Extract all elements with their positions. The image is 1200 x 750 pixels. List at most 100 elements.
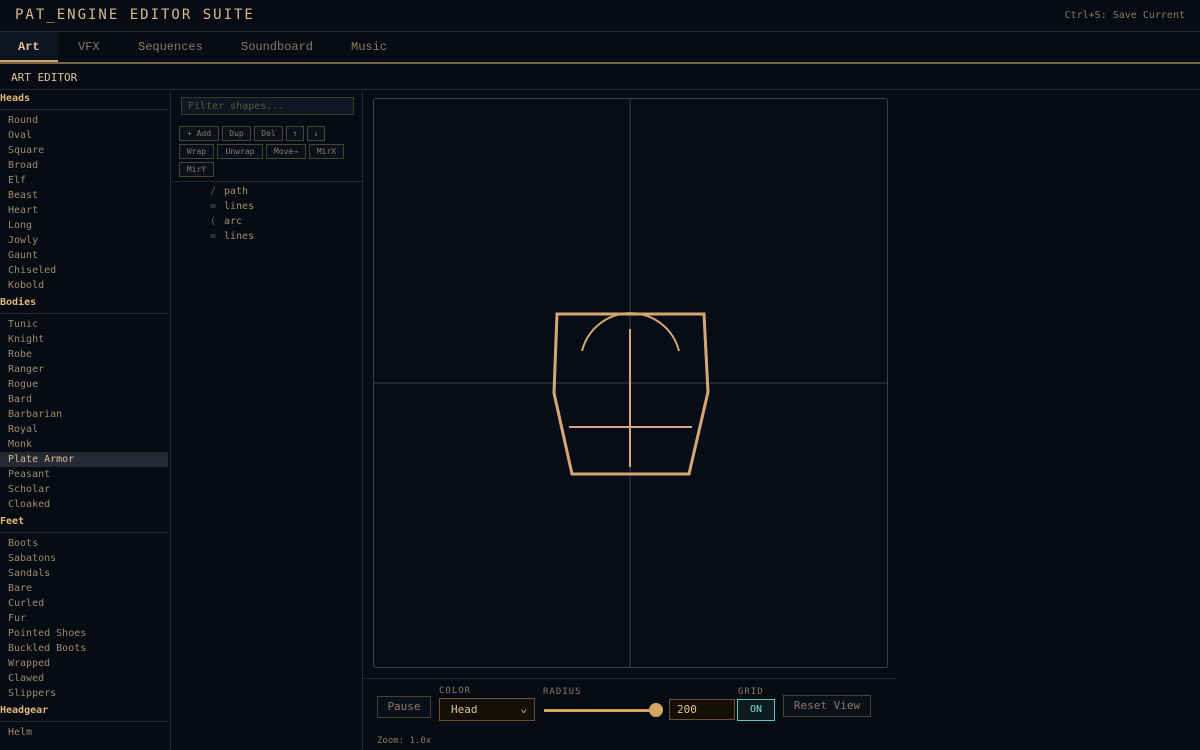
- grid-label: GRID: [738, 687, 764, 697]
- sidebar-item-fur[interactable]: Fur: [0, 611, 168, 626]
- sidebar-item-jowly[interactable]: Jowly: [0, 233, 168, 248]
- move-up-button[interactable]: ↑: [286, 126, 304, 141]
- sidebar-item-round[interactable]: Round: [0, 113, 168, 128]
- sidebar-item-ranger[interactable]: Ranger: [0, 362, 168, 377]
- sidebar-item-scholar[interactable]: Scholar: [0, 482, 168, 497]
- radius-label: RADIUS: [543, 687, 582, 697]
- mirror-y-button[interactable]: MirY: [179, 162, 214, 177]
- canvas-area: [364, 91, 897, 678]
- add-shape-button[interactable]: + Add: [179, 126, 219, 141]
- tab-vfx[interactable]: VFX: [78, 40, 100, 54]
- category-title: Headgear: [0, 705, 49, 716]
- sidebar-item-bare[interactable]: Bare: [0, 581, 168, 596]
- sidebar-item-square[interactable]: Square: [0, 143, 168, 158]
- sidebar-item-pointed-shoes[interactable]: Pointed Shoes: [0, 626, 168, 641]
- editor-title: ART EDITOR: [11, 71, 78, 84]
- shape-list-item[interactable]: / path: [210, 184, 248, 199]
- delete-shape-button[interactable]: Del: [254, 126, 283, 141]
- sidebar-item-bard[interactable]: Bard: [0, 392, 168, 407]
- category-divider: [0, 109, 168, 110]
- wrap-button[interactable]: Wrap: [179, 144, 214, 159]
- tab-music[interactable]: Music: [351, 40, 387, 54]
- sidebar-item-beast[interactable]: Beast: [0, 188, 168, 203]
- shape-list-item[interactable]: = lines: [210, 199, 254, 214]
- color-select-value: Head: [451, 703, 478, 716]
- canvas-svg: [374, 99, 887, 667]
- shape-label: lines: [224, 231, 255, 242]
- sidebar-item-boots[interactable]: Boots: [0, 536, 168, 551]
- lines-icon: =: [210, 201, 217, 212]
- path-icon: /: [210, 186, 217, 197]
- sidebar-item-knight[interactable]: Knight: [0, 332, 168, 347]
- lines-icon: =: [210, 231, 217, 242]
- sidebar-item-barbarian[interactable]: Barbarian: [0, 407, 168, 422]
- duplicate-shape-button[interactable]: Dup: [222, 126, 251, 141]
- reset-view-button[interactable]: Reset View: [783, 695, 871, 717]
- pause-button[interactable]: Pause: [377, 696, 431, 718]
- sidebar-item-plate-armor[interactable]: Plate Armor: [0, 452, 168, 467]
- sidebar-item-tunic[interactable]: Tunic: [0, 317, 168, 332]
- sidebar-item-monk[interactable]: Monk: [0, 437, 168, 452]
- radius-slider-track[interactable]: [544, 709, 656, 712]
- move-down-button[interactable]: ↓: [307, 126, 325, 141]
- shapes-panel: + Add Dup Del ↑ ↓ Wrap Unwrap Move→ MirX…: [172, 91, 363, 750]
- grid-toggle[interactable]: ON: [737, 699, 775, 721]
- color-label: COLOR: [439, 686, 472, 696]
- sidebar-item-broad[interactable]: Broad: [0, 158, 168, 173]
- radius-slider-thumb[interactable]: [649, 703, 663, 717]
- shape-label: arc: [224, 216, 243, 227]
- tab-bar: Art VFX Sequences Soundboard Music: [0, 32, 1200, 64]
- sidebar-item-clawed[interactable]: Clawed: [0, 671, 168, 686]
- save-shortcut-hint: Ctrl+S: Save Current: [1064, 10, 1185, 21]
- title-bar: PAT_ENGINE EDITOR SUITE Ctrl+S: Save Cur…: [0, 0, 1200, 32]
- sidebar-item-curled[interactable]: Curled: [0, 596, 168, 611]
- sidebar-item-rogue[interactable]: Rogue: [0, 377, 168, 392]
- tab-soundboard[interactable]: Soundboard: [241, 40, 313, 54]
- sidebar-item-royal[interactable]: Royal: [0, 422, 168, 437]
- parts-sidebar[interactable]: Heads Round Oval Square Broad Elf Beast Heart Lo…: [0, 91, 171, 750]
- tab-sequences[interactable]: Sequences: [138, 40, 203, 54]
- sidebar-item-gaunt[interactable]: Gaunt: [0, 248, 168, 263]
- shape-list-item[interactable]: ( arc: [210, 214, 242, 229]
- sidebar-item-wrapped[interactable]: Wrapped: [0, 656, 168, 671]
- sidebar-item-helm[interactable]: Helm: [0, 725, 168, 740]
- arc-icon: (: [210, 216, 217, 227]
- category-divider: [0, 532, 168, 533]
- right-panel: [897, 91, 1200, 750]
- unwrap-button[interactable]: Unwrap: [217, 144, 263, 159]
- zoom-readout: Zoom: 1.0x: [377, 736, 432, 746]
- sidebar-item-peasant[interactable]: Peasant: [0, 467, 168, 482]
- app-title: PAT_ENGINE EDITOR SUITE: [15, 7, 255, 23]
- sidebar-item-kobold[interactable]: Kobold: [0, 278, 168, 293]
- category-divider: [0, 721, 168, 722]
- category-title: Bodies: [0, 297, 37, 308]
- sidebar-item-oval[interactable]: Oval: [0, 128, 168, 143]
- shape-label: lines: [224, 201, 255, 212]
- category-divider: [0, 313, 168, 314]
- sidebar-item-robe[interactable]: Robe: [0, 347, 168, 362]
- sidebar-item-cloaked[interactable]: Cloaked: [0, 497, 168, 512]
- editor-header: ART EDITOR: [0, 66, 1200, 90]
- sidebar-item-elf[interactable]: Elf: [0, 173, 168, 188]
- sidebar-item-chiseled[interactable]: Chiseled: [0, 263, 168, 278]
- category-title: Feet: [0, 516, 25, 527]
- sidebar-item-slippers[interactable]: Slippers: [0, 686, 168, 701]
- mirror-x-button[interactable]: MirX: [309, 144, 344, 159]
- art-canvas[interactable]: [373, 98, 888, 668]
- shape-filter-input[interactable]: [181, 97, 354, 115]
- sidebar-item-long[interactable]: Long: [0, 218, 168, 233]
- radius-input[interactable]: [669, 699, 735, 720]
- move-right-button[interactable]: Move→: [266, 144, 306, 159]
- sidebar-item-heart[interactable]: Heart: [0, 203, 168, 218]
- category-title: Heads: [0, 93, 31, 104]
- color-select[interactable]: Head ⌄: [439, 698, 535, 721]
- sidebar-item-sandals[interactable]: Sandals: [0, 566, 168, 581]
- toolbar-divider: [172, 181, 362, 182]
- chevron-down-icon: ⌄: [520, 702, 527, 715]
- shape-label: path: [224, 186, 249, 197]
- canvas-controls: Pause COLOR Head ⌄ RADIUS GRID ON Reset …: [364, 678, 897, 750]
- tab-art[interactable]: Art: [18, 40, 40, 54]
- sidebar-item-buckled-boots[interactable]: Buckled Boots: [0, 641, 168, 656]
- sidebar-item-sabatons[interactable]: Sabatons: [0, 551, 168, 566]
- shape-list-item[interactable]: = lines: [210, 229, 254, 244]
